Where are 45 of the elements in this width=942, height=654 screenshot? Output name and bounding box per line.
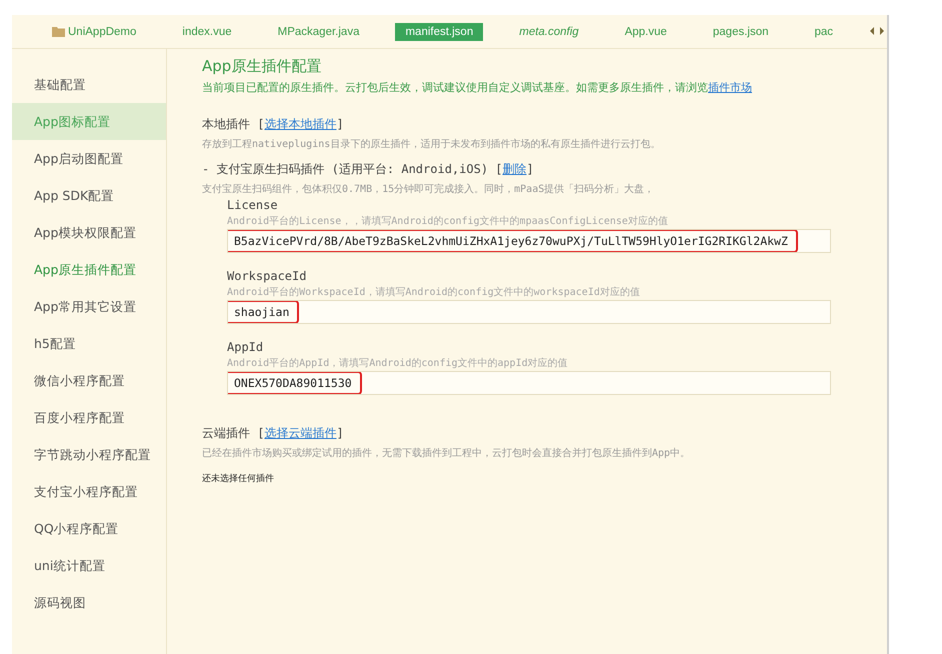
sidebar-item[interactable]: 支付宝小程序配置: [12, 473, 166, 510]
plugin-name: - 支付宝原生扫码插件 (适用平台: Android,iOS): [202, 162, 488, 176]
highlighted-value: ONEX570DA89011530: [228, 372, 362, 394]
input-field[interactable]: ONEX570DA89011530: [227, 371, 831, 395]
sidebar-item[interactable]: App常用其它设置: [12, 288, 166, 325]
plugin-description: 支付宝原生扫码组件，包体积仅0.7MB，15分钟即可完成接入。同时，mPaaS提供「扫码分析」大盘，: [202, 182, 656, 196]
section-description: 存放到工程nativeplugins目录下的原生插件，适用于未发布到插件市场的私有原生插件进行云打包。: [202, 138, 662, 151]
field-label: WorkspaceId: [227, 269, 308, 283]
sidebar-item[interactable]: QQ小程序配置: [12, 510, 166, 547]
bracket-mark: [: [495, 162, 503, 176]
section-heading: 云端插件: [202, 426, 250, 440]
sidebar-item[interactable]: App模块权限配置: [12, 214, 166, 251]
bracket-mark: [: [257, 117, 264, 131]
sidebar-item[interactable]: 基础配置: [12, 66, 166, 103]
sidebar-item[interactable]: 字节跳动小程序配置: [12, 436, 166, 473]
sidebar-item[interactable]: 微信小程序配置: [12, 362, 166, 399]
input-field[interactable]: shaojian: [227, 300, 831, 324]
bracket-mark: ]: [336, 426, 344, 440]
sidebar-item[interactable]: 源码视图: [12, 584, 166, 621]
sidebar-item[interactable]: App原生插件配置: [12, 251, 166, 288]
tab-scroll-arrows-icon[interactable]: [870, 27, 884, 35]
sidebar-item[interactable]: 百度小程序配置: [12, 399, 166, 436]
highlighted-value: shaojian: [228, 301, 300, 323]
field-hint: Android平台的AppId，请填写Android的config文件中的appId对应的值: [227, 356, 569, 370]
sidebar-item[interactable]: h5配置: [12, 325, 166, 362]
plugin-market-link[interactable]: 插件市场: [708, 81, 752, 94]
bracket-mark: ]: [526, 162, 534, 176]
sidebar-item[interactable]: App启动图配置: [12, 140, 166, 177]
intro-text: 当前项目已配置的原生插件。云打包后生效，调试建议使用自定义调试基座。如需更多原生插件，请浏览插件市场: [202, 80, 753, 95]
bracket-mark: ]: [336, 117, 344, 131]
field-hint: Android平台的License，，请填写Android的config文件中的mpaasConfigLicense对应的值: [227, 214, 669, 228]
field-label: License: [227, 198, 279, 212]
empty-message: 还未选择任何插件: [202, 472, 275, 485]
section-description: 已经在插件市场购买或绑定试用的插件，无需下载插件到工程中，云打包时会直接合并打包原生插件到App中。: [202, 446, 692, 460]
choose-cloud-plugin-link[interactable]: 选择云端插件: [264, 426, 336, 440]
section-heading: 本地插件: [202, 117, 250, 131]
field-hint: Android平台的WorkspaceId，请填写Android的config文件中的workspaceId对应的值: [227, 286, 641, 299]
choose-local-plugin-link[interactable]: 选择本地插件: [264, 117, 336, 131]
remove-link[interactable]: 删除: [502, 162, 527, 176]
sidebar-item[interactable]: uni统计配置: [12, 547, 166, 584]
folder-icon: [52, 26, 65, 37]
sidebar-item[interactable]: App SDK配置: [12, 177, 166, 214]
page-title: App原生插件配置: [202, 57, 322, 76]
field-label: AppId: [227, 340, 264, 354]
bracket-mark: [: [257, 426, 264, 440]
